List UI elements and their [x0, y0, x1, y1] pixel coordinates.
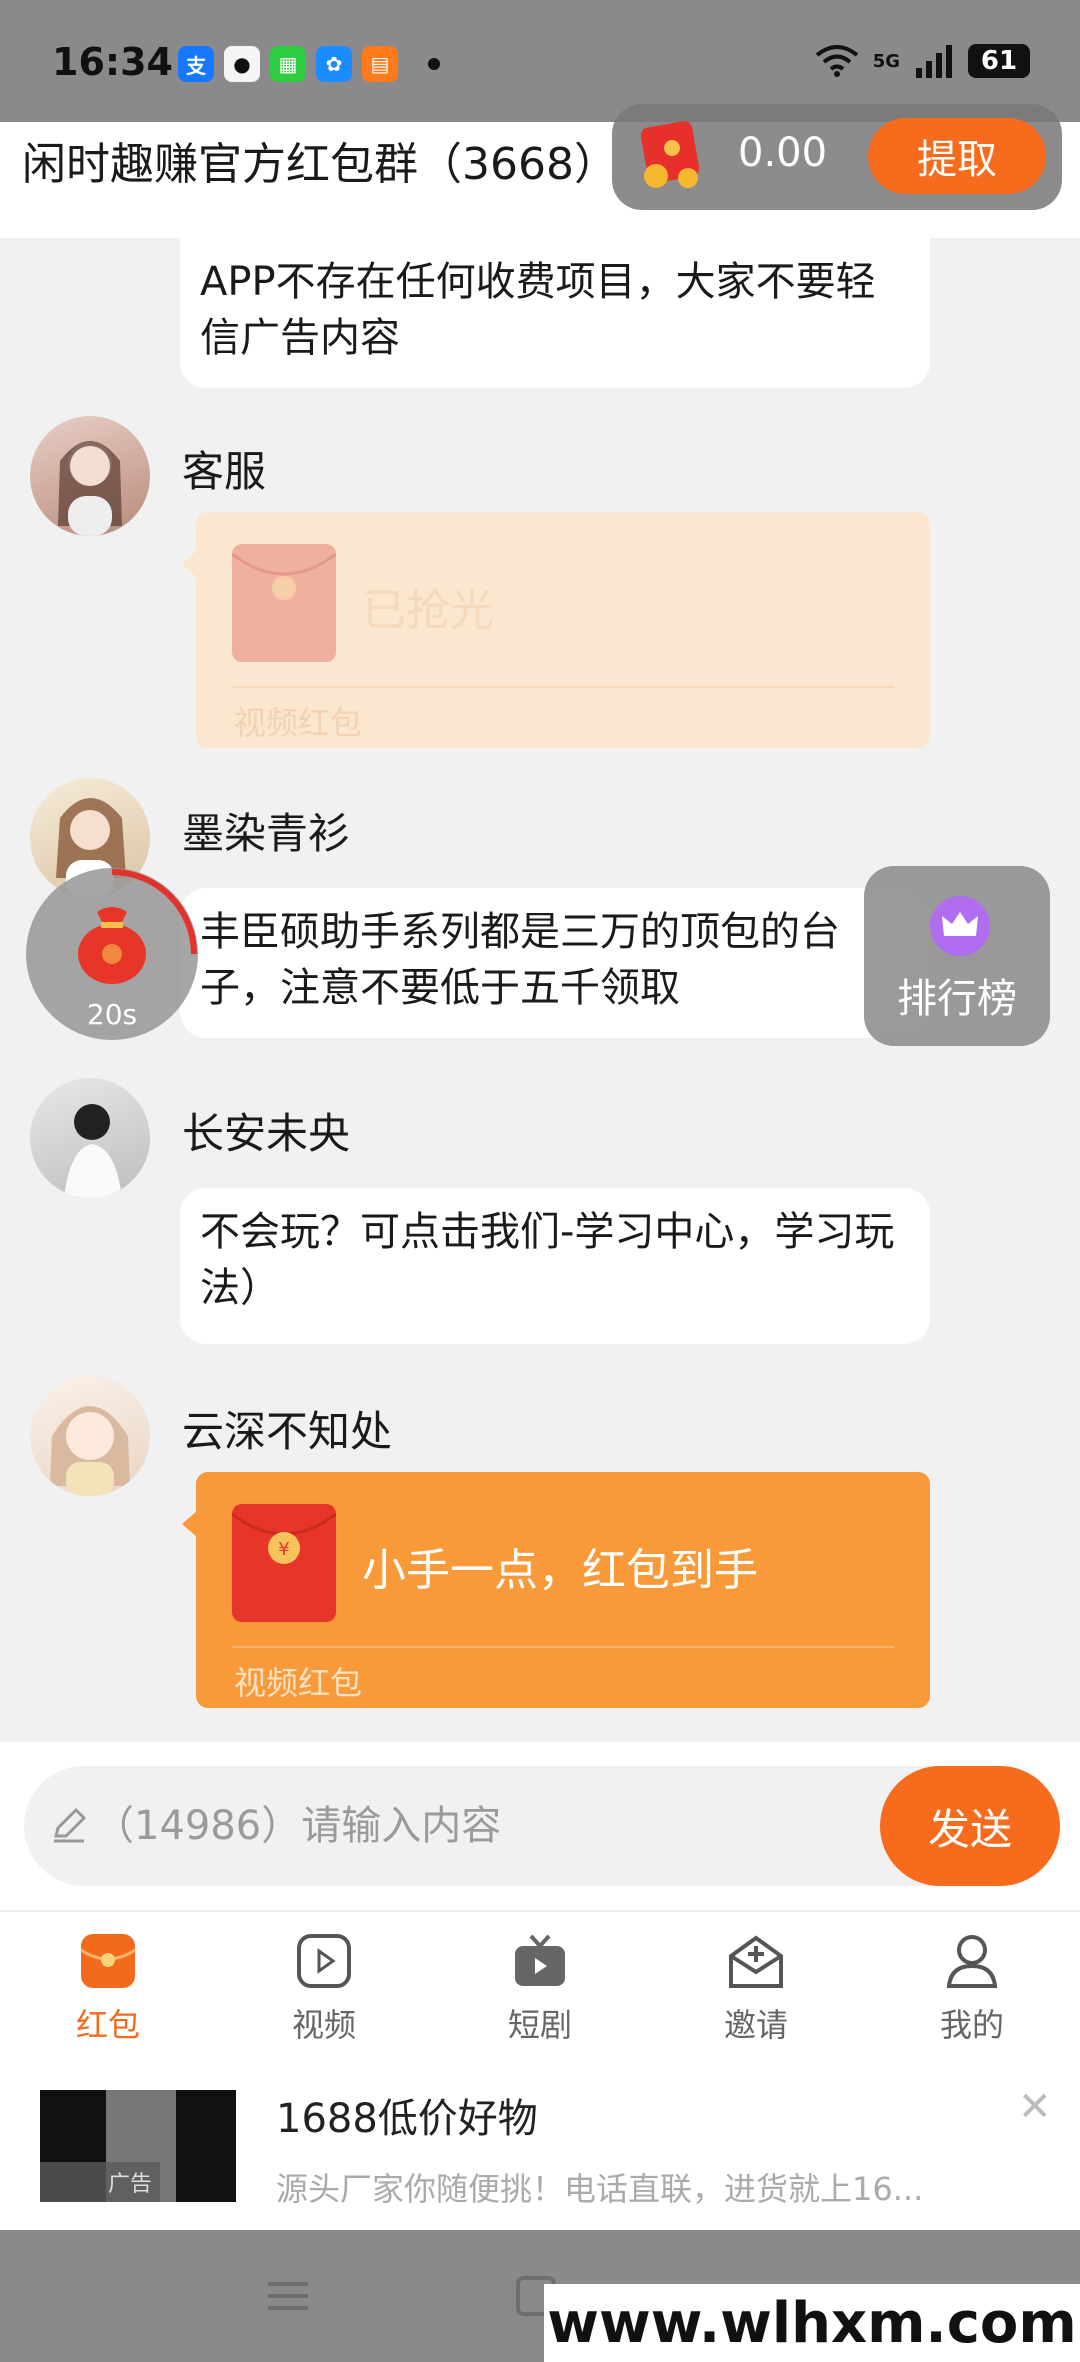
signal-icon [916, 45, 952, 78]
invite-icon [729, 1935, 783, 1988]
sender-name: 长安未央 [182, 1109, 351, 1158]
avatar[interactable] [30, 416, 150, 536]
app-green-icon: ▦ [270, 46, 306, 82]
group-title: 闲时趣赚官方红包群（3668） [22, 139, 618, 190]
red-envelope-card[interactable]: ¥ 小手一点，红包到手 视频红包 [182, 1472, 930, 1708]
withdraw-button[interactable]: 提取 [868, 118, 1046, 194]
red-packet-icon [640, 121, 700, 188]
anime-avatar-icon [50, 1406, 130, 1496]
tv-icon [515, 1934, 565, 1986]
bubble-tail [182, 550, 198, 578]
person-avatar-icon [64, 1104, 122, 1198]
sender-name: 客服 [182, 447, 267, 496]
tab-short-drama[interactable]: 短剧 [432, 1932, 648, 2050]
ad-banner[interactable]: 广告 1688低价好物 源头厂家你随便挑！电话直联，进货就上16... ✕ [0, 2060, 1080, 2230]
countdown-text: 20s [86, 998, 138, 1031]
message-bubble: 丰臣硕助手系列都是三万的顶包的台子，注意不要低于五千领取 [180, 888, 930, 1038]
wallet-panel[interactable]: 0.00 提取 [612, 104, 1062, 210]
wifi-icon [815, 45, 858, 77]
envelope-icon [231, 544, 337, 662]
input-bar: 发送 [0, 1742, 1080, 1910]
avatar[interactable] [30, 1376, 150, 1496]
network-type: 5G [872, 50, 900, 72]
ad-description: 源头厂家你随便挑！电话直联，进货就上16... [276, 2170, 924, 2208]
tab-label: 短剧 [507, 2006, 572, 2044]
tab-label: 邀请 [723, 2006, 788, 2044]
video-icon [297, 1934, 351, 1988]
lucky-bag-icon [78, 907, 146, 984]
profile-icon [946, 1935, 998, 1988]
tab-label: 红包 [75, 2006, 140, 2044]
alipay-icon: 支 [178, 46, 214, 82]
envelope-type: 视频红包 [234, 704, 363, 742]
envelope-text: 小手一点，红包到手 [362, 1545, 758, 1596]
red-packet-icon [80, 1934, 136, 1988]
ad-title[interactable]: 1688低价好物 [276, 2086, 538, 2144]
pencil-icon [54, 1807, 87, 1843]
envelope-status: 已抢光 [362, 585, 494, 636]
divider [232, 686, 894, 688]
send-button[interactable]: 发送 [880, 1766, 1060, 1886]
message-bubble: APP不存在任何收费项目，大家不要轻信广告内容 [180, 238, 930, 388]
tab-label: 视频 [291, 2006, 356, 2044]
close-icon[interactable]: ✕ [1018, 2084, 1052, 2130]
sender-name: 云深不知处 [182, 1407, 393, 1456]
message-bubble: 不会玩？可点击我们-学习中心，学习玩法） [180, 1188, 930, 1344]
ad-thumbnail[interactable]: 广告 [40, 2090, 236, 2202]
avatar[interactable] [30, 1078, 150, 1198]
wallet-balance: 0.00 [738, 130, 828, 176]
envelope-icon: ¥ [231, 1504, 337, 1622]
watermark: www.wlhxm.com [544, 2284, 1080, 2362]
tab-video[interactable]: 视频 [216, 1932, 432, 2050]
countdown-lucky-bag[interactable]: 20s [26, 868, 198, 1040]
ad-badge: 广告 [40, 2162, 160, 2202]
envelope-type: 视频红包 [234, 1664, 363, 1702]
crown-icon [930, 896, 990, 956]
person-avatar-icon [58, 441, 122, 536]
more-notifications-dot [428, 58, 440, 70]
sender-name: 墨染青衫 [182, 809, 351, 858]
tab-red-packet[interactable]: 红包 [0, 1932, 216, 2050]
chat-header: 闲时趣赚官方红包群（3668） 0.00 提取 [0, 104, 1080, 238]
leaderboard-label: 排行榜 [897, 976, 1017, 1022]
status-time: 16:34 [52, 40, 173, 84]
leaderboard-button[interactable]: 排行榜 [864, 866, 1050, 1046]
chat-list[interactable]: APP不存在任何收费项目，大家不要轻信广告内容 客服 已抢光 视频红包 墨染青衫… [0, 238, 1080, 1742]
app-blue-icon: ✿ [316, 46, 352, 82]
reader-app-icon: ▤ [362, 46, 398, 82]
svg-text:¥: ¥ [278, 1539, 289, 1560]
battery-icon: 61 [968, 44, 1030, 78]
tab-invite[interactable]: 邀请 [648, 1932, 864, 2050]
tab-label: 我的 [939, 2006, 1004, 2044]
menu-icon[interactable] [268, 2282, 308, 2318]
tab-profile[interactable]: 我的 [864, 1932, 1080, 2050]
red-envelope-card-claimed[interactable]: 已抢光 视频红包 [182, 512, 930, 748]
bottom-tab-bar: 红包 视频 短剧 邀请 我的 [0, 1910, 1080, 2060]
qq-icon: ● [224, 46, 260, 82]
input-container: 发送 [24, 1766, 1060, 1886]
message-input[interactable] [94, 1766, 874, 1886]
divider [232, 1646, 894, 1648]
notification-icons: 支 ● ▦ ✿ ▤ [178, 46, 398, 82]
bubble-tail [182, 1510, 198, 1538]
